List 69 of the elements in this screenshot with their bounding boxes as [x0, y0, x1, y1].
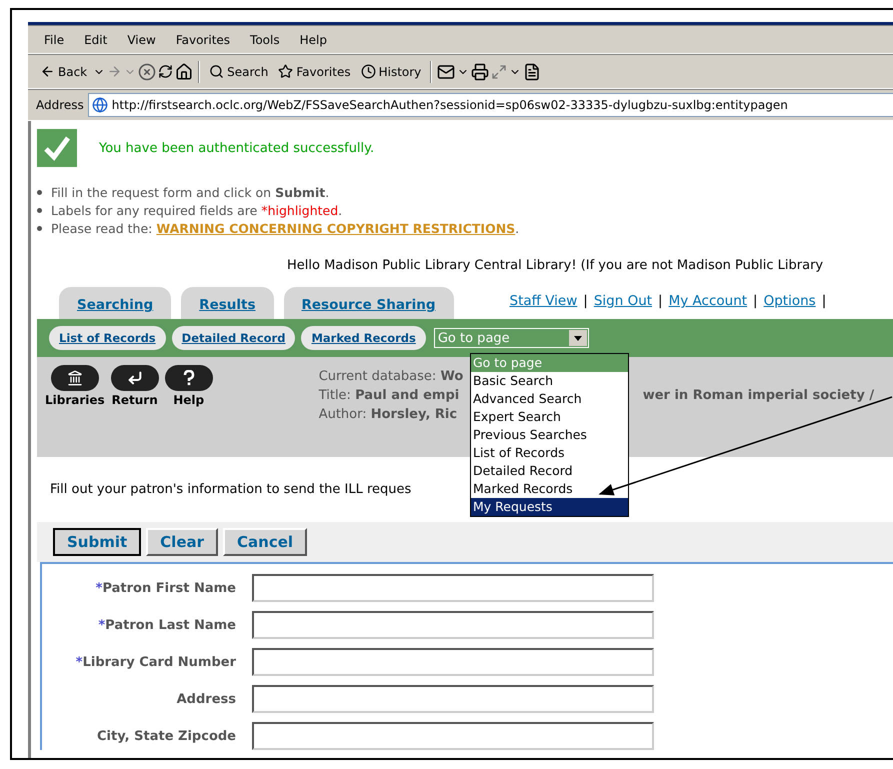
building-icon: [66, 370, 83, 386]
record-nav-button[interactable]: List of Records: [49, 326, 166, 350]
field-label: *Patron Last Name: [97, 618, 236, 632]
action-button[interactable]: Cancel: [223, 528, 308, 556]
menu-item[interactable]: Favorites: [168, 30, 238, 48]
field-label: *Library Card Number: [74, 654, 236, 670]
instruction-text: Fill out your patron's information to send the ILL reques: [50, 482, 412, 497]
bullet-icon: [37, 208, 42, 213]
bullet-icon: [37, 190, 42, 195]
stop-icon[interactable]: [138, 62, 156, 80]
page-icon: [92, 97, 108, 113]
instruction-text: Labels for any required fields are *highlighted.: [51, 203, 342, 218]
link-separator: |: [583, 293, 588, 309]
menu-item[interactable]: Help: [292, 30, 335, 48]
action-button[interactable]: Submit: [53, 528, 142, 556]
menu-item[interactable]: View: [119, 30, 164, 48]
home-icon[interactable]: [175, 62, 194, 80]
address-label: Address: [36, 98, 84, 112]
address-field[interactable]: http://firstsearch.oclc.org/WebZ/FSSaveSearchAuthen?sessionid=sp06sw02-33335-dylugbzu-suxlbg:entitypagen: [88, 93, 893, 117]
record-tool-button[interactable]: Help: [164, 365, 213, 457]
bullet-icon: [37, 226, 42, 231]
instruction-text: Fill in the request form and click on Submit.: [51, 185, 330, 200]
star-icon: [278, 64, 294, 79]
input-field[interactable]: [252, 722, 654, 750]
action-button[interactable]: Clear: [146, 528, 218, 556]
menu-item[interactable]: File: [36, 30, 72, 48]
title-text: wer in Roman imperial society /: [642, 387, 874, 405]
greeting-text: Hello Madison Public Library Central Library! (If you are not Madison Public Library: [287, 258, 824, 273]
question-mark-icon: [182, 370, 195, 386]
back-button[interactable]: Back: [36, 62, 92, 81]
instruction-text: Please read the: WARNING CONCERNING COPYRIGHT RESTRICTIONS.: [51, 221, 520, 236]
clock-icon: [360, 64, 376, 79]
search-button[interactable]: Search: [205, 62, 272, 81]
link-separator: |: [753, 293, 758, 309]
search-icon: [209, 64, 224, 79]
header-link[interactable]: Sign Out: [594, 293, 652, 309]
input-field[interactable]: [252, 685, 654, 713]
tab[interactable]: Searching: [59, 287, 172, 319]
print-icon[interactable]: [471, 62, 490, 80]
header-link[interactable]: My Account: [668, 293, 748, 309]
caret-icon: [574, 336, 582, 340]
field-label: Address: [176, 692, 236, 706]
refresh-icon[interactable]: [158, 64, 174, 79]
record-tool-button[interactable]: Libraries: [45, 365, 105, 457]
record-tool-button[interactable]: Return: [110, 365, 159, 457]
menu-item[interactable]: Edit: [76, 30, 116, 48]
success-message: You have been authenticated successfully.: [99, 140, 374, 156]
document-icon[interactable]: [523, 62, 542, 80]
dropdown-button[interactable]: [568, 330, 587, 346]
tab[interactable]: Results: [181, 287, 274, 319]
field-label: *Patron First Name: [94, 580, 236, 596]
return-arrow-icon: [126, 370, 143, 386]
link-separator: |: [822, 293, 826, 309]
tab[interactable]: Resource Sharing: [284, 287, 454, 319]
record-nav-button[interactable]: Detailed Record: [172, 326, 296, 350]
success-check-icon: [37, 129, 77, 167]
record-nav-button[interactable]: Marked Records: [301, 326, 426, 350]
history-button[interactable]: History: [356, 62, 426, 81]
header-link[interactable]: Staff View: [510, 293, 578, 309]
input-field[interactable]: [252, 611, 654, 639]
favorites-button[interactable]: Favorites: [274, 62, 355, 81]
link-separator: |: [658, 293, 663, 309]
menu-item[interactable]: Tools: [242, 30, 288, 48]
mail-icon[interactable]: [437, 62, 456, 80]
field-label: City, State Zipcode: [96, 728, 236, 744]
input-field[interactable]: [252, 574, 654, 602]
dropdown-option[interactable]: My Requests: [471, 498, 628, 516]
input-field[interactable]: [252, 648, 654, 676]
header-link[interactable]: Options: [764, 293, 816, 309]
